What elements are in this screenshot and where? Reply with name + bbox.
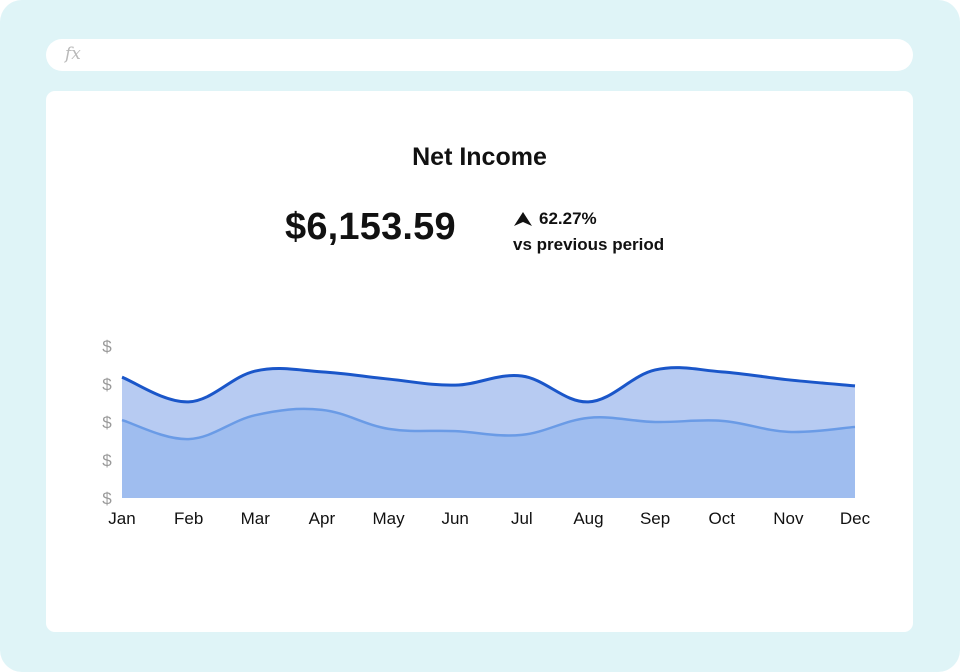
x-tick-label-nov: Nov [773,509,804,528]
area-chart: $ $ $ $ $ Jan Feb Mar Apr May Jun Jul Aug Sep Oct Nov D… [102,337,871,528]
x-tick-label-jan: Jan [108,509,135,528]
y-tick-label: $ [102,375,112,394]
y-tick-label: $ [102,413,112,432]
x-tick-label-apr: Apr [309,509,336,528]
y-tick-label: $ [102,337,112,356]
x-tick-label-dec: Dec [840,509,871,528]
x-tick-label-feb: Feb [174,509,203,528]
x-tick-label-aug: Aug [573,509,603,528]
x-tick-label-sep: Sep [640,509,670,528]
x-tick-label-oct: Oct [709,509,736,528]
x-tick-label-jun: Jun [441,509,468,528]
y-tick-label: $ [102,451,112,470]
y-tick-label: $ [102,489,112,508]
x-tick-label-may: May [372,509,405,528]
app-frame: fx Net Income $6,153.59 62.27% vs previo… [0,0,960,672]
x-tick-label-mar: Mar [241,509,271,528]
x-tick-label-jul: Jul [511,509,533,528]
